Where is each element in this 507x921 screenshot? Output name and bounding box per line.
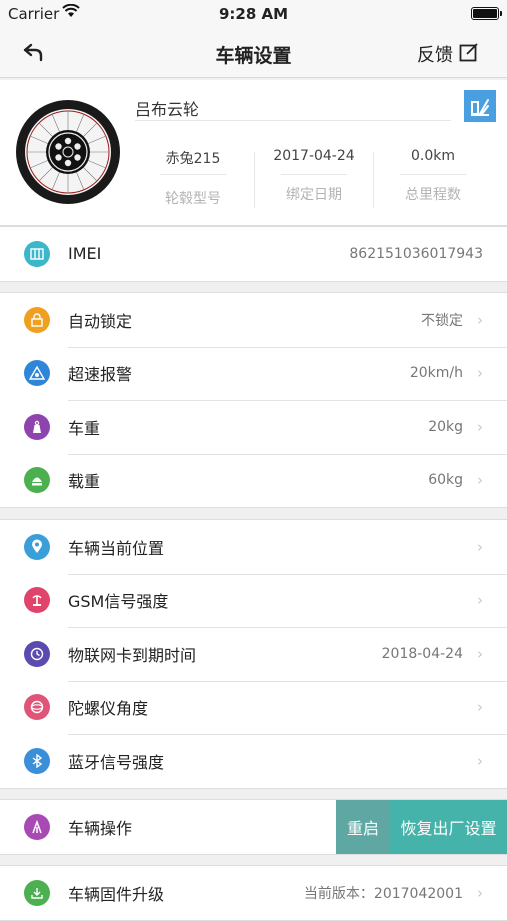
nav-bar: 车辆设置 反馈: [0, 28, 507, 78]
iot-card-expiry-row[interactable]: 物联网卡到期时间 2018-04-24 ›: [0, 627, 507, 681]
stat-divider: [281, 174, 347, 175]
name-divider: [135, 120, 451, 121]
chevron-right-icon: ›: [477, 364, 483, 383]
vehicle-weight-label: 车重: [68, 418, 101, 438]
clock-icon: [24, 640, 50, 667]
stat-divider: [400, 174, 466, 175]
load-weight-row[interactable]: 载重 60kg ›: [0, 453, 507, 508]
bluetooth-icon: [24, 747, 50, 774]
back-button[interactable]: [18, 38, 48, 68]
settings-group-1: 自动锁定 不锁定 › 超速报警 20km/h › 车重 20kg › 载重 60…: [0, 292, 507, 508]
location-row[interactable]: 车辆当前位置 ›: [0, 520, 507, 574]
location-icon: [24, 533, 50, 560]
clock: 9:28 AM: [218, 5, 289, 23]
vehicle-name: 吕布云轮: [135, 100, 200, 119]
speed-alert-label: 超速报警: [68, 365, 133, 385]
lock-icon: [24, 306, 50, 333]
gyroscope-icon: [24, 694, 50, 721]
vehicle-operation-row[interactable]: 车辆操作 重启 恢复出厂设置: [0, 800, 507, 854]
imei-group: IMEI 862151036017943: [0, 226, 507, 282]
imei-icon: [24, 240, 50, 267]
auto-lock-label: 自动锁定: [68, 311, 133, 331]
edit-vehicle-button[interactable]: [464, 90, 496, 122]
factory-reset-button[interactable]: 恢复出厂设置: [390, 800, 507, 854]
chevron-right-icon: ›: [477, 698, 483, 717]
stat-model-label: 轮毂型号: [165, 191, 221, 207]
chevron-right-icon: ›: [477, 471, 483, 490]
load-icon: [24, 467, 50, 494]
settings-group-2: 车辆当前位置 › GSM信号强度 › 物联网卡到期时间 2018-04-24 ›…: [0, 519, 507, 789]
stat-model: 赤兔215 轮毂型号: [133, 148, 253, 208]
auto-lock-row[interactable]: 自动锁定 不锁定 ›: [0, 293, 507, 347]
bluetooth-signal-label: 蓝牙信号强度: [68, 752, 165, 772]
auto-lock-value: 不锁定: [421, 312, 463, 329]
stat-mileage: 0.0km 总里程数: [373, 148, 493, 204]
gyroscope-label: 陀螺仪角度: [68, 699, 149, 719]
vehicle-weight-row[interactable]: 车重 20kg ›: [0, 400, 507, 454]
gsm-signal-row[interactable]: GSM信号强度 ›: [0, 573, 507, 628]
stat-divider: [160, 174, 226, 175]
wheel-image: [14, 98, 122, 206]
signal-icon: [24, 587, 50, 614]
chevron-right-icon: ›: [477, 883, 483, 902]
vehicle-weight-value: 20kg: [428, 418, 463, 435]
chevron-right-icon: ›: [477, 591, 483, 610]
firmware-icon: [24, 879, 50, 906]
battery-icon: [471, 7, 502, 20]
speed-alert-icon: [24, 360, 50, 387]
chevron-right-icon: ›: [477, 644, 483, 663]
chevron-right-icon: ›: [477, 310, 483, 329]
gsm-signal-label: GSM信号强度: [68, 592, 169, 612]
stat-bind-date-value: 2017-04-24: [273, 148, 355, 164]
feedback-button[interactable]: 反馈: [417, 41, 453, 67]
speed-alert-row[interactable]: 超速报警 20km/h ›: [0, 346, 507, 401]
vehicle-operation-label: 车辆操作: [68, 818, 133, 838]
imei-value: 862151036017943: [349, 245, 483, 262]
stat-mileage-label: 总里程数: [405, 187, 461, 203]
speed-alert-value: 20km/h: [409, 365, 463, 382]
stat-bind-date-label: 绑定日期: [286, 187, 342, 203]
stat-mileage-value: 0.0km: [410, 148, 455, 164]
stat-model-value: 赤兔215: [165, 151, 221, 167]
vehicle-card: 吕布云轮 赤兔215 轮毂型号 2017-04-24 绑定日期 0.0km 总里…: [0, 80, 507, 226]
feedback-edit-icon[interactable]: [459, 42, 479, 62]
chevron-right-icon: ›: [477, 751, 483, 770]
load-weight-value: 60kg: [428, 472, 463, 489]
firmware-upgrade-row[interactable]: 车辆固件升级 当前版本：2017042001 ›: [0, 866, 507, 920]
imei-label: IMEI: [68, 244, 102, 264]
iot-card-expiry-label: 物联网卡到期时间: [68, 645, 197, 665]
edit-icon: [471, 99, 489, 116]
gyroscope-row[interactable]: 陀螺仪角度 ›: [0, 680, 507, 735]
back-arrow-icon: [23, 43, 43, 62]
status-bar: Carrier 9:28 AM: [0, 0, 507, 28]
location-label: 车辆当前位置: [68, 538, 165, 558]
firmware-group: 车辆固件升级 当前版本：2017042001 ›: [0, 865, 507, 921]
operation-group: 车辆操作 重启 恢复出厂设置: [0, 799, 507, 855]
firmware-upgrade-label: 车辆固件升级: [68, 884, 165, 904]
bluetooth-signal-row[interactable]: 蓝牙信号强度 ›: [0, 734, 507, 788]
stat-bind-date: 2017-04-24 绑定日期: [254, 148, 374, 204]
chevron-right-icon: ›: [477, 537, 483, 556]
load-weight-label: 载重: [68, 472, 101, 492]
weight-icon: [24, 413, 50, 440]
restart-button[interactable]: 重启: [336, 800, 390, 854]
feedback-label: 反馈: [417, 45, 453, 66]
iot-card-expiry-value: 2018-04-24: [381, 645, 463, 662]
swipe-actions: 重启 恢复出厂设置: [336, 800, 507, 854]
imei-row: IMEI 862151036017943: [0, 227, 507, 281]
operation-icon: [24, 813, 50, 840]
chevron-right-icon: ›: [477, 417, 483, 436]
